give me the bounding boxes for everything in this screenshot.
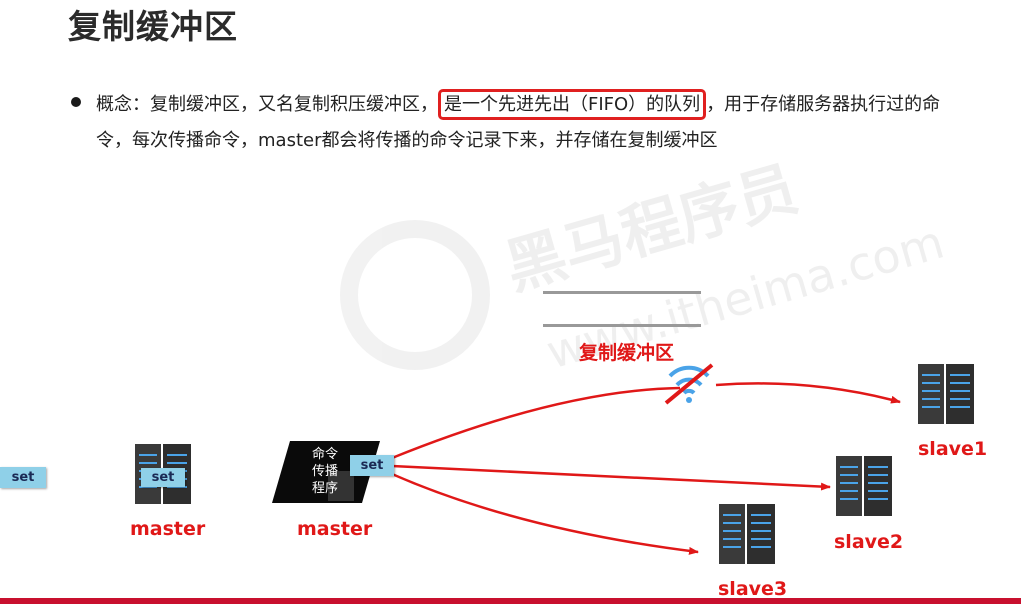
program-line: 程序: [311, 481, 338, 496]
master-label: master: [297, 518, 373, 540]
propagation-program-text: 命令 传播 程序: [300, 446, 350, 497]
program-line: 传播: [311, 464, 338, 479]
bottom-rule: [0, 598, 1021, 604]
set-command-tag: set: [0, 467, 46, 488]
server-icon: [836, 456, 892, 516]
server-icon: [918, 364, 974, 424]
set-command-tag: set: [141, 468, 185, 487]
slave1-label: slave1: [918, 438, 988, 460]
arrow-to-slave2: [391, 464, 831, 491]
wifi-off-icon: [664, 363, 714, 405]
server-icon: [719, 504, 775, 564]
set-command-tag: set: [350, 455, 394, 476]
slave3-label: slave3: [718, 578, 788, 600]
arrow-to-slave1-tail: [715, 382, 901, 404]
master-label: master: [130, 518, 206, 540]
program-line: 命令: [311, 447, 338, 462]
arrow-to-slave1: [391, 386, 681, 460]
arrow-to-slave3: [391, 472, 699, 555]
slave2-label: slave2: [834, 531, 904, 553]
